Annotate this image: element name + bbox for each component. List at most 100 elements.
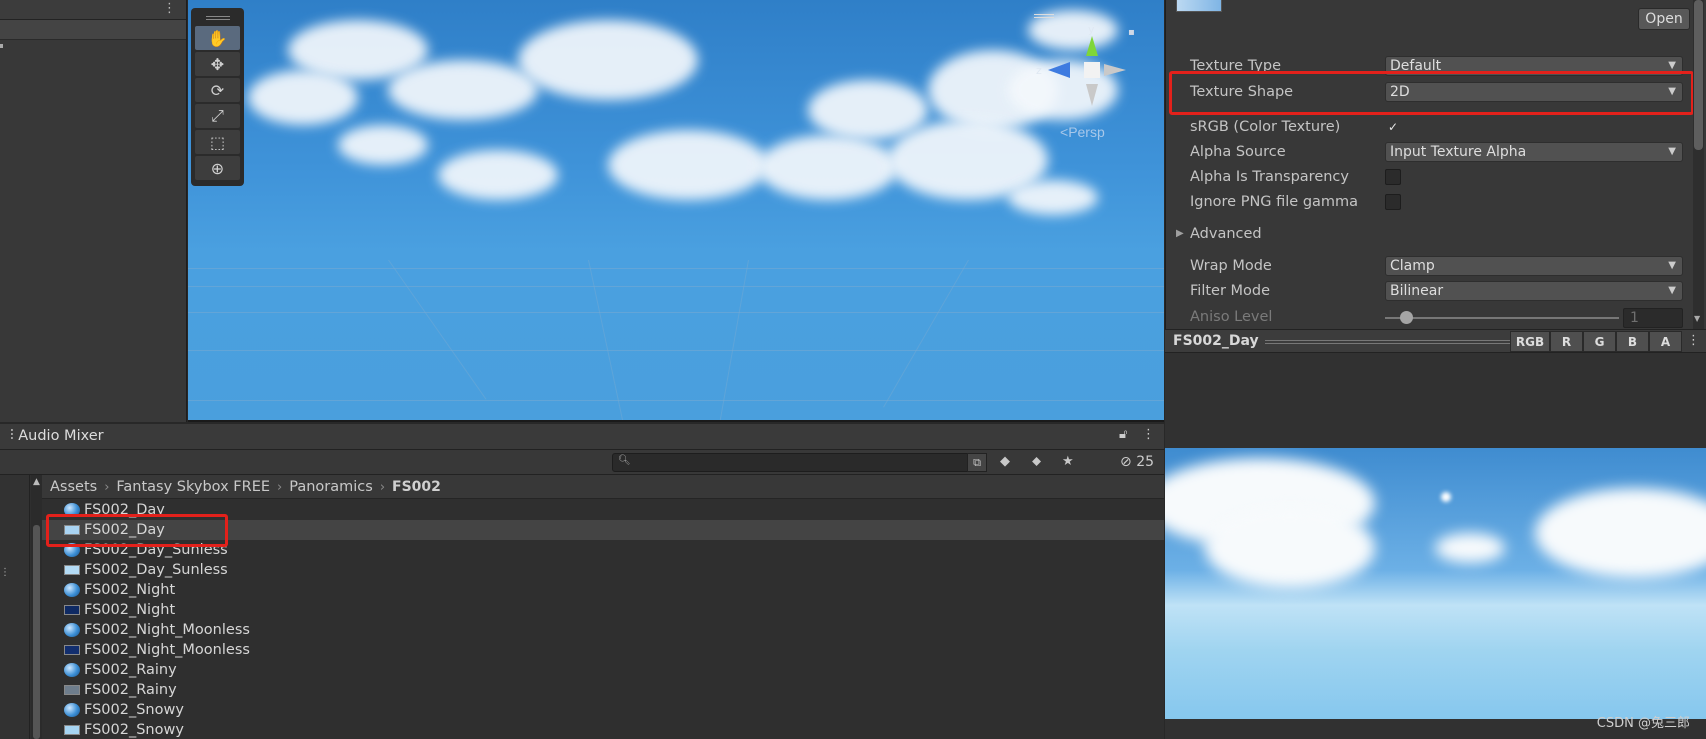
hierarchy-header: ⋮ bbox=[0, 0, 186, 20]
scale-icon[interactable]: ⤢ bbox=[195, 104, 240, 128]
gizmo-neg-y-cone[interactable] bbox=[1086, 84, 1098, 106]
panel-tab-bar: ⫶ Audio Mixer 🔓︎ ⋮ bbox=[0, 424, 1164, 450]
grid-line bbox=[883, 259, 969, 408]
gizmo-z-label: z bbox=[1036, 64, 1042, 77]
channel-r-button[interactable]: R bbox=[1550, 331, 1583, 352]
cloud bbox=[388, 60, 538, 120]
asset-row[interactable]: FS002_Day_Sunless bbox=[42, 560, 1164, 580]
gizmo-z-cone[interactable] bbox=[1048, 62, 1070, 78]
asset-name: FS002_Night_Moonless bbox=[84, 642, 250, 658]
cloud bbox=[608, 130, 768, 200]
hand-icon[interactable]: ✋ bbox=[195, 26, 240, 50]
wrap-mode-value: Clamp bbox=[1390, 258, 1435, 274]
channel-b-button[interactable]: B bbox=[1616, 331, 1649, 352]
asset-row[interactable]: FS002_Snowy bbox=[42, 700, 1164, 720]
search-input[interactable]: 🔍︎ ⧉ bbox=[612, 453, 987, 472]
gizmo-handle-icon[interactable] bbox=[1034, 14, 1054, 20]
inspector-panel: Open Texture Type Default ▼ Texture Shape… bbox=[1165, 0, 1706, 329]
watermark: CSDN @兔三郎 bbox=[1596, 716, 1690, 731]
asset-name: FS002_Night_Moonless bbox=[84, 622, 250, 638]
breadcrumb-separator-icon: › bbox=[379, 480, 386, 495]
move-icon[interactable]: ✥ bbox=[195, 52, 240, 76]
orientation-gizmo[interactable]: y z bbox=[1036, 22, 1136, 132]
cloud bbox=[1535, 488, 1706, 578]
filter-mode-value: Bilinear bbox=[1390, 283, 1444, 299]
breadcrumb-item[interactable]: Fantasy Skybox FREE bbox=[116, 479, 270, 495]
ignore-png-gamma-checkbox[interactable] bbox=[1385, 194, 1401, 210]
aniso-slider-handle[interactable] bbox=[1400, 311, 1413, 324]
alpha-transparency-checkbox[interactable] bbox=[1385, 169, 1401, 185]
channel-g-button[interactable]: G bbox=[1583, 331, 1616, 352]
grip-handle-icon[interactable] bbox=[195, 12, 240, 24]
cloud bbox=[1435, 533, 1505, 563]
preview-header: FS002_Day RGB R G B A ⋮ bbox=[1165, 329, 1706, 353]
filter-by-type-icon[interactable]: ◆ bbox=[1000, 454, 1010, 469]
gizmo-y-label: y bbox=[1088, 23, 1095, 36]
rotate-icon[interactable]: ⟳ bbox=[195, 78, 240, 102]
foldout-arrow-icon[interactable]: ▶ bbox=[1176, 228, 1184, 239]
cloud bbox=[338, 125, 428, 165]
hierarchy-panel: ⋮ bbox=[0, 0, 187, 422]
preview-title: FS002_Day bbox=[1173, 333, 1259, 349]
srgb-checkbox[interactable]: ✓ bbox=[1385, 120, 1401, 136]
cloud bbox=[1205, 508, 1375, 588]
scroll-up-icon[interactable]: ▲ bbox=[33, 477, 40, 487]
srgb-label: sRGB (Color Texture) bbox=[1190, 119, 1341, 135]
hidden-count: 25 bbox=[1136, 454, 1155, 470]
grid-line bbox=[188, 286, 1164, 287]
scene-view[interactable]: ✋ ✥ ⟳ ⤢ ⬚ ⊕ ▪ y z <Persp bbox=[188, 0, 1164, 422]
projection-label[interactable]: <Persp bbox=[1060, 124, 1105, 140]
asset-row[interactable]: FS002_Rainy bbox=[42, 660, 1164, 680]
transform-icon[interactable]: ⊕ bbox=[195, 156, 240, 180]
project-panel: ⫶ Audio Mixer 🔓︎ ⋮ 🔍︎ ⧉ ◆ ⬥ ★ ⊘ 25 ⋮ ▲ A… bbox=[0, 424, 1164, 739]
asset-row[interactable]: FS002_Night_Moonless bbox=[42, 640, 1164, 660]
aniso-slider-track[interactable] bbox=[1385, 317, 1619, 319]
filter-mode-dropdown[interactable]: Bilinear ▼ bbox=[1385, 281, 1683, 301]
search-mode-icon[interactable]: ⧉ bbox=[967, 453, 987, 472]
tree-marker: ⋮ bbox=[0, 567, 10, 578]
asset-name: FS002_Snowy bbox=[84, 702, 184, 718]
filter-by-label-icon[interactable]: ⬥ bbox=[1032, 454, 1041, 469]
more-options-icon[interactable]: ⋮ bbox=[1687, 333, 1700, 348]
tab-audio-mixer[interactable]: ⫶ Audio Mixer bbox=[10, 428, 104, 444]
grid-line bbox=[188, 312, 1164, 313]
asset-name: FS002_Snowy bbox=[84, 722, 184, 738]
hidden-packages-toggle[interactable]: ⊘ 25 bbox=[1120, 454, 1154, 470]
asset-row[interactable]: FS002_Night_Moonless bbox=[42, 620, 1164, 640]
rect-icon[interactable]: ⬚ bbox=[195, 130, 240, 154]
breadcrumb-item[interactable]: Assets bbox=[50, 479, 97, 495]
asset-name: FS002_Rainy bbox=[84, 662, 177, 678]
wrap-mode-dropdown[interactable]: Clamp ▼ bbox=[1385, 256, 1683, 276]
aniso-level-field[interactable]: 1 bbox=[1623, 308, 1683, 328]
gizmo-x-cone[interactable] bbox=[1104, 64, 1126, 76]
favorite-star-icon[interactable]: ★ bbox=[1062, 454, 1074, 469]
project-scrollbar[interactable]: ▲ bbox=[31, 475, 42, 739]
asset-row[interactable]: FS002_Snowy bbox=[42, 720, 1164, 739]
inspector-scrollbar[interactable]: ▼ bbox=[1693, 0, 1704, 329]
more-options-icon[interactable]: ⋮ bbox=[163, 1, 176, 16]
channel-rgb-button[interactable]: RGB bbox=[1510, 331, 1550, 352]
asset-row[interactable]: FS002_Night bbox=[42, 580, 1164, 600]
asset-row[interactable]: FS002_Night bbox=[42, 600, 1164, 620]
texture-preview-image[interactable] bbox=[1165, 448, 1706, 719]
breadcrumb-item[interactable]: Panoramics bbox=[289, 479, 373, 495]
gizmo-y-cone[interactable] bbox=[1086, 36, 1098, 56]
project-folder-tree[interactable]: ⋮ bbox=[0, 475, 30, 739]
scrollbar-thumb[interactable] bbox=[33, 525, 40, 739]
more-options-icon[interactable]: ⋮ bbox=[1142, 427, 1155, 442]
scrollbar-thumb[interactable] bbox=[1694, 0, 1703, 150]
advanced-foldout[interactable]: Advanced bbox=[1190, 226, 1262, 242]
open-button[interactable]: Open bbox=[1638, 8, 1690, 30]
channel-a-button[interactable]: A bbox=[1649, 331, 1682, 352]
lock-icon[interactable]: 🔓︎ bbox=[1119, 427, 1127, 442]
dropdown-arrow-icon: ▼ bbox=[1668, 260, 1676, 271]
alpha-source-dropdown[interactable]: Input Texture Alpha ▼ bbox=[1385, 142, 1683, 162]
cloud bbox=[518, 20, 698, 100]
aniso-level-label: Aniso Level bbox=[1190, 309, 1273, 325]
asset-row[interactable]: FS002_Rainy bbox=[42, 680, 1164, 700]
scroll-down-icon[interactable]: ▼ bbox=[1694, 314, 1700, 323]
breadcrumb-item[interactable]: FS002 bbox=[392, 479, 441, 495]
hierarchy-row[interactable] bbox=[0, 20, 186, 40]
grid-line bbox=[388, 259, 487, 400]
gizmo-center-cube[interactable] bbox=[1084, 62, 1100, 78]
